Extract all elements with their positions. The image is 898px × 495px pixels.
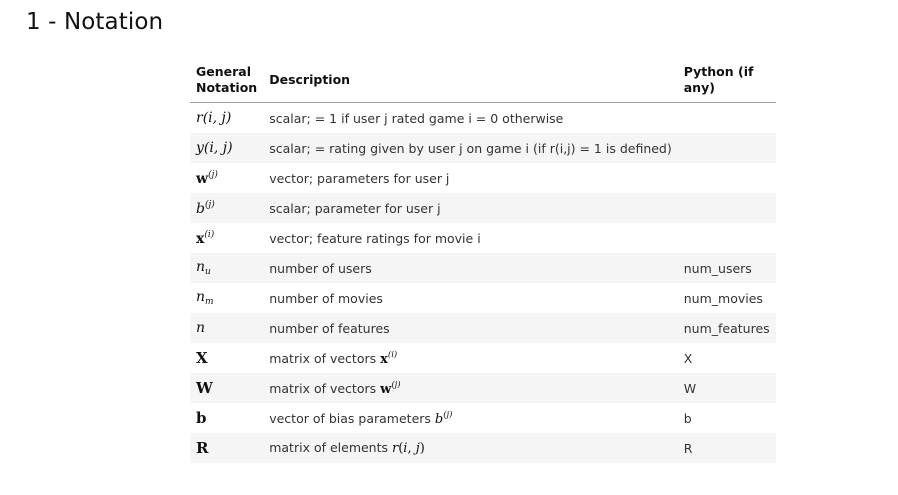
python-cell: num_users	[677, 253, 776, 283]
notation-cell: X	[190, 343, 263, 373]
notation-cell: n	[190, 313, 264, 343]
table-header-row: General Notation Description Python (if …	[190, 58, 776, 103]
header-python: Python (if any)	[677, 58, 776, 103]
python-cell	[678, 223, 776, 253]
description-math: x(i)	[380, 349, 398, 367]
python-cell: W	[677, 373, 776, 403]
page-title: 1 - Notation	[26, 9, 164, 35]
notation-cell: R	[190, 433, 264, 463]
notation-cell: nu	[190, 253, 264, 283]
description-cell: vector of bias parameters b(j)	[263, 403, 678, 433]
math-notation: w(j)	[196, 169, 218, 187]
table-row: y(i, j) scalar; = rating given by user j…	[190, 133, 776, 163]
notation-table: General Notation Description Python (if …	[190, 58, 776, 463]
notation-cell: w(j)	[190, 163, 263, 193]
python-cell	[677, 193, 776, 223]
notation-cell: y(i, j)	[190, 133, 264, 163]
description-math: w(j)	[380, 379, 401, 397]
description-cell: matrix of elements r(i, j)	[263, 433, 678, 463]
description-cell: number of movies	[269, 290, 383, 306]
description-cell: vector; parameters for user j	[269, 170, 450, 186]
description-cell: vector; feature ratings for movie i	[269, 230, 481, 246]
header-description: Description	[263, 58, 678, 103]
table-row: w(j) vector; parameters for user j	[190, 163, 776, 193]
header-general-notation: General Notation	[190, 58, 264, 103]
header-general-notation-line2: Notation	[196, 80, 258, 95]
python-cell: num_movies	[683, 290, 763, 306]
python-cell	[677, 133, 776, 163]
notation-cell: b	[190, 403, 263, 433]
math-notation: R	[196, 439, 209, 457]
description-cell: matrix of vectors x(i)	[263, 343, 678, 373]
table-row: b vector of bias parameters b(j) b	[190, 403, 776, 433]
table-row: W matrix of vectors w(j) W	[190, 373, 776, 403]
description-cell: number of users	[263, 253, 678, 283]
header-general-notation-line1: General	[196, 64, 251, 79]
table-row: nu number of users num_users	[190, 253, 776, 283]
python-cell: R	[677, 433, 776, 463]
table-row: r(i, j) scalar; = 1 if user j rated game…	[190, 103, 776, 134]
notation-cell: x(i)	[190, 223, 263, 253]
description-cell: matrix of vectors w(j)	[263, 373, 678, 403]
math-notation: b(j)	[196, 199, 215, 217]
math-notation: b	[196, 409, 207, 427]
math-notation: n	[196, 320, 206, 336]
description-text: matrix of vectors	[269, 350, 381, 366]
math-notation: y(i, j)	[196, 140, 233, 156]
description-text: matrix of elements	[269, 440, 392, 455]
table-row: R matrix of elements r(i, j) R	[190, 433, 776, 463]
math-notation: x(i)	[196, 229, 215, 247]
description-cell: scalar; = rating given by user j on game…	[263, 133, 678, 163]
description-text: vector of bias parameters	[269, 410, 435, 426]
table-row: X matrix of vectors x(i) X	[190, 343, 776, 373]
description-cell: scalar; = 1 if user j rated game i = 0 o…	[269, 110, 564, 126]
notation-cell: nm	[190, 283, 263, 313]
python-cell: b	[683, 410, 692, 426]
python-cell: X	[683, 350, 693, 366]
python-cell	[678, 163, 776, 193]
math-notation: nu	[196, 259, 211, 277]
description-text: matrix of vectors	[269, 380, 381, 396]
description-math: r(i, j)	[392, 441, 425, 456]
description-cell: number of features	[263, 313, 678, 343]
description-cell: scalar; parameter for user j	[263, 193, 678, 223]
description-math: b(j)	[434, 409, 453, 427]
table-row: n number of features num_features	[190, 313, 776, 343]
math-notation: W	[196, 379, 213, 397]
notation-cell: b(j)	[190, 193, 264, 223]
notation-cell: r(i, j)	[190, 103, 263, 134]
python-cell: num_features	[677, 313, 776, 343]
table-row: x(i) vector; feature ratings for movie i	[190, 223, 776, 253]
python-cell	[678, 103, 776, 134]
table-row: b(j) scalar; parameter for user j	[190, 193, 776, 223]
math-notation: X	[196, 349, 208, 367]
notation-cell: W	[190, 373, 264, 403]
table-row: nm number of movies num_movies	[190, 283, 776, 313]
math-notation: r(i, j)	[196, 110, 232, 126]
math-notation: nm	[196, 289, 214, 307]
